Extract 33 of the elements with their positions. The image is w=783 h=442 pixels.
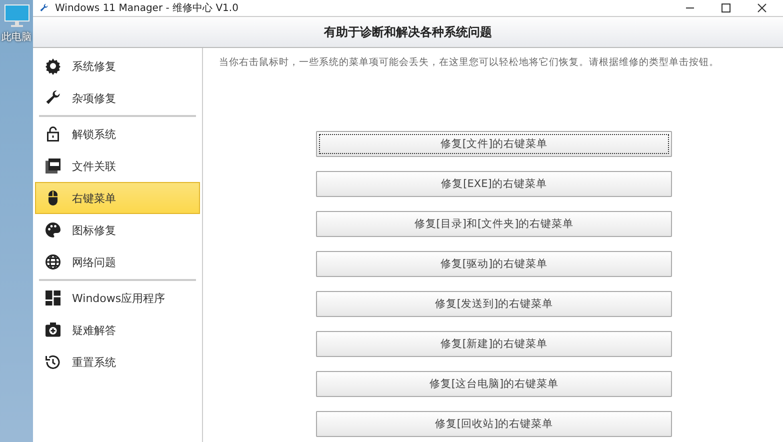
sidebar-item[interactable]: 疑难解答 <box>35 314 200 346</box>
sidebar-item[interactable]: 解锁系统 <box>35 118 200 150</box>
medical-kit-icon <box>44 321 62 339</box>
gear-icon <box>44 57 62 75</box>
sidebar-item[interactable]: 系统修复 <box>35 50 200 82</box>
pdf-file-icon <box>44 157 62 175</box>
sidebar-item[interactable]: 文件关联 <box>35 150 200 182</box>
sidebar-item[interactable]: Windows应用程序 <box>35 282 200 314</box>
padlock-icon <box>44 125 62 143</box>
sidebar-item[interactable]: 杂项修复 <box>35 82 200 114</box>
repair-button[interactable]: 修复[驱动]的右键菜单 <box>316 251 672 277</box>
desktop-icon-label: 此电脑 <box>2 30 32 44</box>
repair-button[interactable]: 修复[回收站]的右键菜单 <box>316 411 672 437</box>
repair-button[interactable]: 修复[文件]的右键菜单 <box>316 131 672 157</box>
tiles-icon <box>44 289 62 307</box>
sidebar-item[interactable]: 网络问题 <box>35 246 200 278</box>
sidebar-item[interactable]: 图标修复 <box>35 214 200 246</box>
close-icon[interactable] <box>757 3 767 13</box>
window-title: Windows 11 Manager - 维修中心 V1.0 <box>55 2 240 15</box>
sidebar-item[interactable]: 重置系统 <box>35 346 200 378</box>
history-icon <box>44 353 62 371</box>
repair-button[interactable]: 修复[这台电脑]的右键菜单 <box>316 371 672 397</box>
repair-button[interactable]: 修复[新建]的右键菜单 <box>316 331 672 357</box>
repair-button[interactable]: 修复[EXE]的右键菜单 <box>316 171 672 197</box>
maximize-icon[interactable] <box>721 3 731 13</box>
description-text: 当你右击鼠标时，一些系统的菜单项可能会丢失，在这里您可以轻松地将它们恢复。请根据维修的类型单击按钮。 <box>219 56 720 69</box>
globe-icon <box>44 253 62 271</box>
repair-button[interactable]: 修复[目录]和[文件夹]的右键菜单 <box>316 211 672 237</box>
repair-button[interactable]: 修复[发送到]的右键菜单 <box>316 291 672 317</box>
palette-icon <box>44 221 62 239</box>
wrench-icon <box>39 3 49 13</box>
header-title: 有助于诊断和解决各种系统问题 <box>324 24 492 40</box>
sidebar-item[interactable]: 右键菜单 <box>35 182 200 214</box>
